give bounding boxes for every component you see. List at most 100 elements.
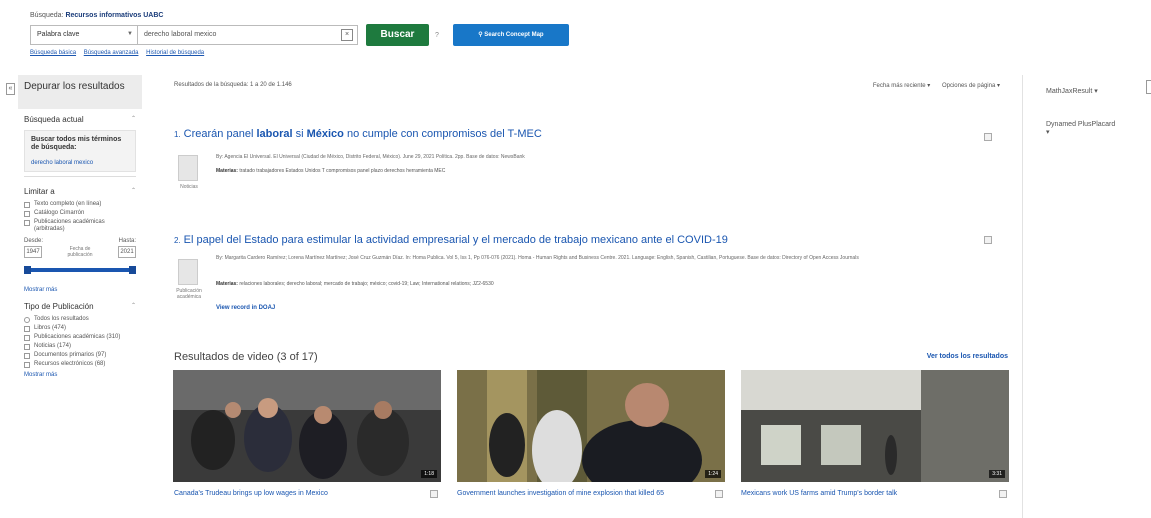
result-title-1[interactable]: 1. Crearán panel laboral si México no cum… [174, 128, 542, 140]
search-links: Búsqueda básica Búsqueda avanzada Histor… [30, 50, 210, 56]
title-part: El papel del Estado para estimular la ac… [183, 234, 728, 246]
field-select-value: Palabra clave [37, 31, 80, 38]
crumb-label: Búsqueda: [30, 12, 64, 19]
date-to-input[interactable]: 2021 [118, 246, 136, 258]
doaj-link[interactable]: View record in DOAJ [216, 305, 275, 311]
pub-type-label: Tipo de Publicación [24, 302, 94, 311]
pub-type-label: Noticias (174) [34, 343, 72, 349]
video-thumbnail-1[interactable]: 1:18 [173, 370, 441, 482]
date-from-label: Desde: [24, 238, 44, 244]
help-icon[interactable]: ? [435, 32, 439, 39]
pub-type-label: Publicaciones académicas (310) [34, 334, 121, 340]
checkbox[interactable] [24, 362, 30, 368]
limit-label: Catálogo Cimarrón [34, 210, 85, 216]
title-part: Crearán panel [183, 128, 257, 140]
search-history-link[interactable]: Historial de búsqueda [146, 50, 204, 56]
video-caption-3[interactable]: Mexicans work US farms amid Trump's bord… [741, 489, 981, 499]
search-button[interactable]: Buscar [366, 24, 429, 46]
video-results-heading: Resultados de video (3 of 17) [174, 351, 318, 363]
collapse-sidebar-icon[interactable]: « [6, 83, 15, 95]
current-search-header[interactable]: Búsqueda actual ⌃ [18, 109, 142, 128]
concept-map-button[interactable]: ⚲ Search Concept Map [452, 24, 569, 46]
date-labels: Desde: Hasta: [18, 234, 142, 244]
date-to-label: Hasta: [118, 238, 136, 244]
news-thumbnail-icon[interactable] [178, 155, 198, 181]
search-header: Búsqueda: Recursos informativos UABC Pal… [0, 0, 1151, 60]
add-to-folder-icon[interactable] [430, 490, 438, 498]
limit-full-text[interactable]: Texto completo (en línea) [18, 200, 142, 209]
breadcrumb: Búsqueda: Recursos informativos UABC [30, 12, 163, 19]
add-to-folder-icon[interactable] [999, 490, 1007, 498]
date-range: 1947 Fecha de publicación 2021 [18, 244, 142, 260]
add-to-folder-icon[interactable] [984, 236, 992, 244]
checkbox[interactable] [24, 326, 30, 332]
right-widgets: MathJaxResult ▾ Dynamed PlusPlacard ▾ [1046, 88, 1116, 162]
pub-type-news[interactable]: Noticias (174) [18, 342, 142, 351]
find-all-label: Buscar todos mis términos de búsqueda: [31, 136, 122, 151]
checkbox[interactable] [24, 344, 30, 350]
pub-type-journals[interactable]: Publicaciones académicas (310) [18, 333, 142, 342]
result-subjects: Materias: tratado trabajadores Estados U… [216, 168, 445, 174]
pub-type-primary[interactable]: Documentos primarios (97) [18, 351, 142, 360]
result-count: Resultados de la búsqueda: 1 a 20 de 1.1… [174, 82, 292, 88]
checkbox[interactable] [24, 211, 30, 217]
sort-dropdown[interactable]: Fecha más reciente ▾ [873, 83, 930, 89]
limit-catalog[interactable]: Catálogo Cimarrón [18, 209, 142, 218]
sort-controls: Fecha más reciente ▾ Opciones de página … [863, 82, 1000, 89]
crumb-value[interactable]: Recursos informativos UABC [65, 12, 163, 19]
current-search-box: Buscar todos mis términos de búsqueda: d… [24, 130, 136, 172]
checkbox[interactable] [24, 220, 30, 226]
subjects-label: Materias: [216, 168, 238, 174]
field-select[interactable]: Palabra clave ▼ [30, 25, 138, 45]
result-meta: By: Margarita Cardero Ramírez; Lorena Ma… [216, 255, 859, 261]
pub-type-header[interactable]: Tipo de Publicación ⌃ [18, 296, 142, 315]
radio[interactable] [24, 317, 30, 323]
see-all-videos-link[interactable]: Ver todos los resultados [927, 353, 1008, 360]
slider-track [24, 268, 136, 272]
video-caption-2[interactable]: Government launches investigation of min… [457, 489, 697, 499]
add-to-folder-icon[interactable] [984, 133, 992, 141]
title-highlight: México [306, 128, 344, 140]
search-input[interactable]: derecho laboral mexico × [138, 25, 358, 45]
checkbox[interactable] [24, 202, 30, 208]
subjects-value: relaciones laborales; derecho laboral; m… [239, 281, 494, 287]
divider [24, 176, 136, 177]
pub-type-all[interactable]: Todos los resultados [18, 315, 142, 324]
result-meta: By: Agencia El Universal. El Universal (… [216, 154, 525, 160]
show-more-link[interactable]: Mostrar más [18, 284, 142, 296]
date-slider[interactable] [24, 266, 136, 274]
video-duration: 1:18 [421, 470, 437, 478]
slider-handle-end[interactable] [129, 266, 136, 274]
date-from-input[interactable]: 1947 [24, 246, 42, 258]
video-thumbnail-3[interactable]: 3:31 [741, 370, 1009, 482]
advanced-search-link[interactable]: Búsqueda avanzada [84, 50, 139, 56]
result-title-2[interactable]: 2. El papel del Estado para estimular la … [174, 234, 728, 246]
date-mid-label: Fecha de publicación [67, 246, 93, 258]
show-more-link[interactable]: Mostrar más [18, 369, 142, 381]
limit-peer-reviewed[interactable]: Publicaciones académicas (arbitradas) [18, 218, 142, 234]
limit-to-header[interactable]: Limitar a ⌃ [18, 181, 142, 200]
expand-panel-icon[interactable] [1146, 80, 1151, 94]
checkbox[interactable] [24, 353, 30, 359]
title-highlight: laboral [256, 128, 293, 140]
slider-handle-start[interactable] [24, 266, 31, 274]
checkbox[interactable] [24, 335, 30, 341]
video-duration: 3:31 [989, 470, 1005, 478]
pub-type-books[interactable]: Libros (474) [18, 324, 142, 333]
chevron-up-icon: ⌃ [130, 116, 136, 122]
dynamed-widget[interactable]: Dynamed PlusPlacard ▾ [1046, 121, 1116, 137]
sidebar-title: Depurar los resultados [18, 75, 142, 109]
clear-icon[interactable]: × [341, 29, 353, 41]
pub-type-electronic[interactable]: Recursos electrónicos (68) [18, 360, 142, 369]
journal-thumbnail-icon[interactable] [178, 259, 198, 285]
find-all-query[interactable]: derecho laboral mexico [31, 160, 129, 166]
page-options-dropdown[interactable]: Opciones de página ▾ [942, 83, 1000, 89]
video-caption-1[interactable]: Canada's Trudeau brings up low wages in … [174, 489, 414, 499]
add-to-folder-icon[interactable] [715, 490, 723, 498]
pub-type-label: Recursos electrónicos (68) [34, 361, 106, 367]
search-input-value: derecho laboral mexico [144, 31, 217, 38]
basic-search-link[interactable]: Búsqueda básica [30, 50, 76, 56]
video-thumbnail-2[interactable]: 1:24 [457, 370, 725, 482]
mathjax-widget[interactable]: MathJaxResult ▾ [1046, 88, 1116, 96]
result-number: 1. [174, 130, 181, 139]
